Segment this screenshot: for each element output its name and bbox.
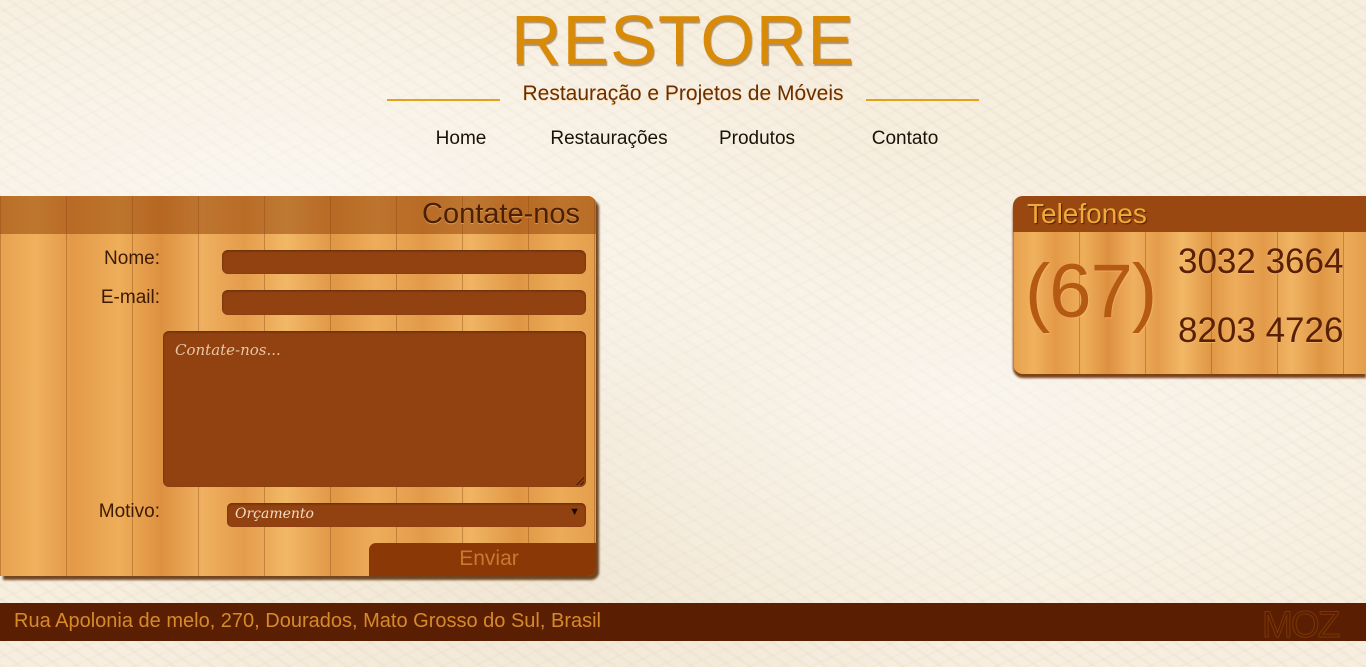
contact-form-panel: Contate-nos Nome: E-mail: Contate-nos...… (0, 196, 596, 576)
nav-link-home[interactable]: Home (421, 128, 501, 150)
name-input[interactable] (222, 250, 586, 274)
area-code: (67) (1025, 249, 1157, 334)
contact-form-header: Contate-nos (0, 196, 596, 234)
nav-link-produtos[interactable]: Produtos (709, 128, 805, 150)
phone-number-1: 3032 3664 (1178, 242, 1344, 281)
nav-link-restauracoes[interactable]: Restaurações (540, 128, 678, 150)
message-textarea[interactable]: Contate-nos... (163, 331, 586, 487)
phones-title: Telefones (1027, 198, 1147, 229)
reason-select[interactable]: Orçamento ▼ (227, 503, 586, 527)
footer-bar: Rua Apolonia de melo, 270, Dourados, Mat… (0, 603, 1366, 646)
reason-selected-value: Orçamento (235, 506, 314, 522)
contact-form-title: Contate-nos (422, 198, 580, 230)
nav-link-contato[interactable]: Contato (861, 128, 949, 150)
phones-panel: Telefones (67) 3032 3664 8203 4726 (1013, 196, 1366, 374)
phone-number-2: 8203 4726 (1178, 311, 1344, 350)
resize-grip-icon[interactable] (576, 477, 584, 485)
submit-button-label: Enviar (459, 547, 519, 570)
submit-button[interactable]: Enviar (369, 543, 596, 576)
tagline-divider-right (866, 99, 979, 101)
tagline-divider-left (387, 99, 500, 101)
chevron-down-icon: ▼ (569, 506, 580, 518)
email-label: E-mail: (100, 287, 160, 308)
reason-label: Motivo: (98, 501, 160, 522)
footer-logo[interactable]: MOZ (1261, 604, 1340, 646)
footer-address: Rua Apolonia de melo, 270, Dourados, Mat… (14, 610, 601, 632)
message-placeholder: Contate-nos... (175, 341, 281, 359)
name-label: Nome: (104, 248, 160, 269)
site-tagline: Restauração e Projetos de Móveis (522, 82, 844, 105)
main-nav: Home Restaurações Produtos Contato (0, 128, 1366, 154)
site-logo[interactable]: RESTORE (0, 4, 1366, 76)
phones-header: Telefones (1013, 196, 1366, 232)
email-input[interactable] (222, 290, 586, 315)
